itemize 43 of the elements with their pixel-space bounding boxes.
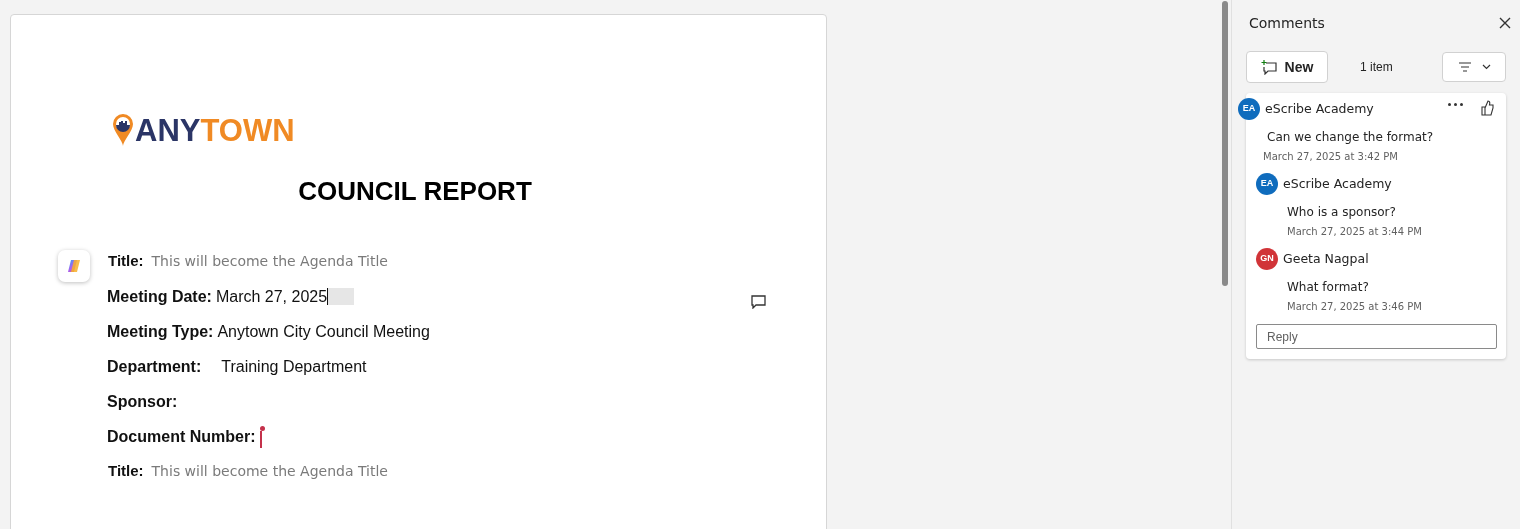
field-value[interactable]: Training Department <box>221 354 367 379</box>
new-comment-button[interactable]: New <box>1246 51 1328 83</box>
pane-title: Comments <box>1248 13 1325 33</box>
comment-author: eScribe Academy <box>1283 174 1392 193</box>
chevron-down-icon <box>1481 64 1491 70</box>
comment-time: March 27, 2025 at 3:42 PM <box>1263 150 1399 164</box>
comment-text: Who is a sponsor? <box>1287 204 1397 221</box>
new-comment-icon <box>1260 59 1277 75</box>
field-label: Title: <box>107 461 144 482</box>
field-value[interactable]: March 27, 2025 <box>215 284 328 309</box>
field-label: Title: <box>107 251 144 272</box>
avatar: EA <box>1238 98 1260 120</box>
field-label: Meeting Date: <box>107 286 212 307</box>
copilot-icon[interactable] <box>58 250 90 282</box>
thumbs-up-icon[interactable] <box>1480 100 1494 116</box>
comment-text: Can we change the format? <box>1267 129 1435 146</box>
field-value[interactable]: Anytown City Council Meeting <box>217 319 430 344</box>
field-label: Document Number: <box>107 426 256 447</box>
comment-text: What format? <box>1287 279 1370 296</box>
comment-author: eScribe Academy <box>1265 99 1374 118</box>
close-icon[interactable] <box>1498 16 1512 30</box>
comment-time: March 27, 2025 at 3:44 PM <box>1287 225 1423 239</box>
content-control-highlight[interactable] <box>327 288 355 305</box>
field-placeholder[interactable]: This will become the Agenda Title <box>151 461 388 482</box>
scrollbar-thumb[interactable] <box>1221 1 1228 286</box>
collaborator-cursor <box>259 425 266 448</box>
logo-text: ANY <box>135 112 201 148</box>
field-label: Meeting Type: <box>107 321 214 342</box>
comment-icon[interactable] <box>751 295 766 309</box>
map-pin-icon <box>112 113 134 147</box>
avatar: GN <box>1256 248 1278 270</box>
reply-field[interactable]: Reply <box>1256 324 1497 349</box>
filter-icon <box>1457 62 1472 72</box>
comment-author: Geeta Nagpal <box>1283 249 1369 268</box>
filter-button[interactable] <box>1442 52 1506 82</box>
logo-text: TOWN <box>200 112 295 148</box>
report-heading: COUNCIL REPORT <box>297 175 533 207</box>
field-label: Department: <box>107 356 202 377</box>
comment-count: 1 item <box>1360 59 1393 76</box>
field-label: Sponsor: <box>107 391 178 412</box>
field-placeholder[interactable]: This will become the Agenda Title <box>151 251 388 272</box>
comment-time: March 27, 2025 at 3:46 PM <box>1287 300 1423 314</box>
avatar: EA <box>1256 173 1278 195</box>
